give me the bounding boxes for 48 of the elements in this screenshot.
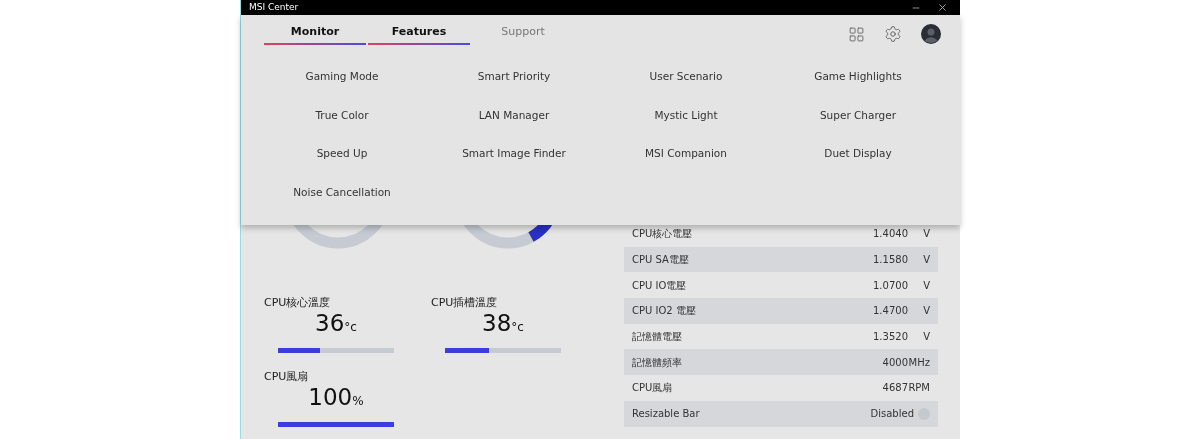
- reading-unit: V: [922, 330, 930, 345]
- reading-value: 4000: [882, 355, 908, 370]
- settings-icon[interactable]: [884, 25, 902, 43]
- metric-value: 100%: [307, 385, 365, 412]
- menu-item[interactable]: Speed Up: [256, 135, 428, 174]
- reading-unit: V: [922, 304, 930, 319]
- reading-unit: V: [922, 278, 930, 293]
- reading-name: CPU IO2 電壓: [632, 304, 697, 319]
- metric-label: CPU核心溫度: [264, 295, 332, 311]
- menu-item[interactable]: Game Highlights: [772, 58, 944, 97]
- window-title: MSI Center: [249, 3, 299, 12]
- reading-unit: RPM: [908, 381, 930, 396]
- metric-label: CPU插槽溫度: [431, 295, 499, 311]
- reading-name: 記憶體電壓: [632, 330, 683, 345]
- close-icon[interactable]: [937, 2, 948, 13]
- reading-value: 1.4700: [873, 304, 908, 319]
- reading-unit: MHz: [908, 355, 930, 370]
- menu-item[interactable]: Smart Priority: [428, 58, 600, 97]
- menu-item[interactable]: True Color: [256, 96, 428, 135]
- nav-tab[interactable]: Support: [472, 19, 574, 45]
- reading-value: 1.0700: [873, 278, 908, 293]
- reading-value: 4687: [882, 381, 908, 396]
- menu-item[interactable]: Noise Cancellation: [256, 173, 428, 212]
- metric-value: 36°c: [314, 311, 358, 338]
- metric-value: 38°c: [481, 311, 525, 338]
- metric-label: CPU風扇: [264, 369, 310, 385]
- menu-item[interactable]: Mystic Light: [600, 96, 772, 135]
- menu-item[interactable]: User Scenario: [600, 58, 772, 97]
- reading-value: Disabled: [870, 407, 914, 422]
- reading-name: 記憶體頻率: [632, 355, 683, 370]
- menu-item[interactable]: Smart Image Finder: [428, 135, 600, 174]
- reading-value: 1.3520: [873, 330, 908, 345]
- menu-item[interactable]: MSI Companion: [600, 135, 772, 174]
- reading-unit: V: [922, 227, 930, 242]
- menu-item[interactable]: LAN Manager: [428, 96, 600, 135]
- menu-item[interactable]: Duet Display: [772, 135, 944, 174]
- reading-name: CPU風扇: [632, 381, 674, 396]
- reading-value: 1.4040: [873, 227, 908, 242]
- reading-name: Resizable Bar: [632, 407, 701, 422]
- reading-value: 1.1580: [873, 253, 908, 268]
- reading-name: CPU SA電壓: [632, 253, 690, 268]
- grid-icon[interactable]: [848, 25, 865, 43]
- reading-name: CPU核心電壓: [632, 227, 694, 242]
- menu-item[interactable]: Gaming Mode: [256, 58, 428, 97]
- avatar-icon[interactable]: [921, 24, 941, 44]
- reading-unit: V: [922, 253, 930, 268]
- menu-item[interactable]: Super Charger: [772, 96, 944, 135]
- reading-name: CPU IO電壓: [632, 278, 688, 293]
